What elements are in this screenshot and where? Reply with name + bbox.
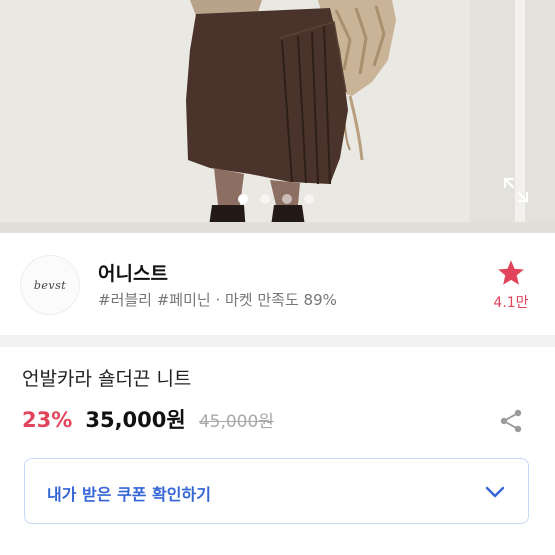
coupon-label: 내가 받은 쿠폰 확인하기 <box>47 485 211 504</box>
pagination-dot[interactable] <box>260 194 270 204</box>
section-divider <box>0 335 555 347</box>
discount-rate: 23% <box>22 408 73 432</box>
seller-avatar[interactable]: bevst <box>20 255 80 315</box>
original-price: 45,000원 <box>198 412 274 432</box>
coupon-check-button[interactable]: 내가 받은 쿠폰 확인하기 <box>24 458 529 524</box>
share-icon <box>500 409 522 433</box>
product-title: 언발카라 숄더끈 니트 <box>22 368 192 390</box>
favorite-count: 4.1만 <box>493 295 529 311</box>
price-row: 23% 35,000원 45,000원 <box>22 404 274 436</box>
pagination-dot[interactable] <box>282 194 292 204</box>
seller-tags: #러블리 #페미닌 · 마켓 만족도 89% <box>98 291 337 309</box>
expand-icon <box>503 177 529 203</box>
seller-logo-text: bevst <box>33 278 67 292</box>
star-icon <box>498 260 524 285</box>
pagination-dot[interactable] <box>238 194 248 204</box>
chevron-down-icon <box>485 486 505 498</box>
product-image-gallery[interactable] <box>0 0 555 233</box>
share-button[interactable] <box>498 408 524 434</box>
seller-name[interactable]: 어니스트 <box>98 259 168 286</box>
pagination-dot[interactable] <box>304 194 314 204</box>
favorite-store-button[interactable]: 4.1만 <box>486 259 536 319</box>
sale-price: 35,000원 <box>85 408 186 432</box>
image-pagination-dots <box>0 194 555 206</box>
fullscreen-expand-button[interactable] <box>502 176 530 204</box>
seller-info[interactable]: bevst 어니스트 #러블리 #페미닌 · 마켓 만족도 89% 4.1만 <box>0 233 555 333</box>
